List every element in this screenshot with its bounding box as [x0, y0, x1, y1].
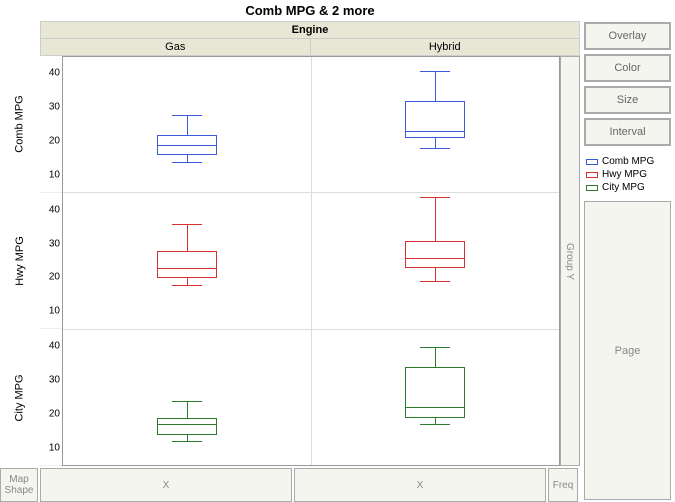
col-header-hybrid: Hybrid	[311, 39, 580, 55]
chart-title: Comb MPG & 2 more	[40, 0, 580, 21]
column-headers: Gas Hybrid	[40, 39, 580, 56]
plot-cell[interactable]	[63, 57, 312, 192]
x-dropzone-1[interactable]: X	[40, 468, 292, 502]
legend-sym-hwy	[586, 171, 598, 179]
plot-cell[interactable]	[312, 330, 560, 465]
row-label-comb: Comb MPG	[14, 96, 26, 153]
row-label-city: City MPG	[14, 374, 26, 421]
color-button[interactable]: Color	[584, 54, 671, 82]
map-shape-dropzone[interactable]: Map Shape	[0, 468, 38, 502]
plot-cell[interactable]	[312, 57, 560, 192]
x-dropzone-2[interactable]: X	[294, 468, 546, 502]
row-label-hwy: Hwy MPG	[14, 236, 26, 286]
y-axis-ticks: 102030401020304010203040	[40, 56, 62, 466]
legend-sym-city	[586, 184, 598, 192]
plot-cell[interactable]	[63, 330, 312, 465]
group-y-dropzone[interactable]: Group Y	[560, 56, 580, 466]
freq-dropzone[interactable]: Freq	[548, 468, 578, 502]
interval-button[interactable]: Interval	[584, 118, 671, 146]
plot-grid[interactable]	[62, 56, 560, 466]
plot-cell[interactable]	[63, 193, 312, 328]
row-facet-labels: Comb MPG Hwy MPG City MPG	[0, 56, 40, 466]
legend-sym-comb	[586, 158, 598, 166]
col-header-gas: Gas	[41, 39, 311, 55]
overlay-button[interactable]: Overlay	[584, 22, 671, 50]
legend: Comb MPG Hwy MPG City MPG	[584, 154, 671, 197]
column-group-header: Engine	[40, 21, 580, 39]
page-dropzone[interactable]: Page	[584, 201, 671, 500]
plot-cell[interactable]	[312, 193, 560, 328]
size-button[interactable]: Size	[584, 86, 671, 114]
